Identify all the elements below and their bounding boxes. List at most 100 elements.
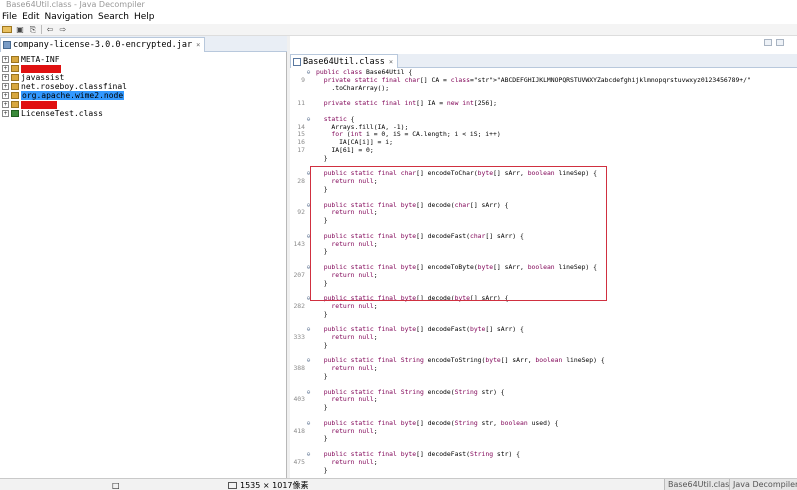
fold-icon[interactable] [305, 373, 312, 381]
menu-file[interactable]: File [1, 10, 21, 24]
fold-icon[interactable] [305, 108, 312, 116]
fold-icon[interactable] [305, 381, 312, 389]
expand-icon[interactable]: + [2, 92, 9, 99]
redacted-label [21, 64, 61, 73]
code-line: .toCharArray(); [290, 84, 797, 93]
package-icon [11, 92, 19, 99]
fold-icon[interactable] [305, 163, 312, 171]
close-icon[interactable]: × [196, 41, 200, 49]
back-icon[interactable]: ⇦ [45, 25, 55, 34]
fold-icon[interactable] [305, 303, 312, 311]
save-icon[interactable]: ▣ [15, 25, 25, 34]
fold-icon[interactable] [305, 124, 312, 132]
expand-icon[interactable]: + [2, 83, 9, 90]
code-line: 418 return null; [290, 427, 797, 436]
fold-icon[interactable] [305, 467, 312, 475]
tree-item[interactable]: + [2, 100, 282, 109]
fold-icon[interactable] [305, 225, 312, 233]
fold-icon[interactable] [305, 443, 312, 451]
close-icon[interactable]: × [389, 58, 393, 66]
fold-icon[interactable]: ⊖ [305, 326, 312, 334]
fold-icon[interactable] [305, 342, 312, 350]
expand-icon[interactable]: + [2, 65, 9, 72]
fold-icon[interactable]: ⊖ [305, 202, 312, 210]
fold-icon[interactable] [305, 77, 312, 85]
fold-icon[interactable] [305, 217, 312, 225]
taskbar-item-class[interactable]: Base64Util.class [664, 479, 737, 490]
tree-item[interactable]: + LicenseTest.class [2, 109, 282, 118]
pane-header [290, 36, 797, 54]
fold-icon[interactable] [305, 412, 312, 420]
menu-edit[interactable]: Edit [21, 10, 43, 24]
fold-icon[interactable] [305, 319, 312, 327]
fold-icon[interactable] [305, 272, 312, 280]
expand-icon[interactable]: + [2, 101, 9, 108]
fold-icon[interactable] [305, 311, 312, 319]
fold-icon[interactable]: ⊖ [305, 170, 312, 178]
minimize-icon[interactable] [764, 39, 772, 46]
fold-icon[interactable] [305, 396, 312, 404]
code-line: 333 return null; [290, 333, 797, 342]
fold-icon[interactable] [305, 186, 312, 194]
fold-icon[interactable]: ⊖ [305, 420, 312, 428]
fold-icon[interactable] [305, 209, 312, 217]
code-line: 11 private static final int[] IA = new i… [290, 99, 797, 108]
tab-base64util[interactable]: Base64Util.class × [290, 54, 399, 68]
expand-icon[interactable]: + [2, 74, 9, 81]
left-tab-bar: company-license-3.0.0-encrypted.jar × [0, 36, 287, 52]
fold-icon[interactable]: ⊖ [305, 69, 312, 77]
code-editor[interactable]: ⊖ public class Base64Util {9 private stat… [290, 69, 797, 477]
taskbar-item-decompiler[interactable]: Java Decompiler [729, 479, 797, 490]
code-line: } [290, 278, 797, 288]
fold-icon[interactable] [305, 256, 312, 264]
fold-icon[interactable] [305, 241, 312, 249]
open-file-icon[interactable] [2, 26, 12, 33]
tree-item[interactable]: + javassist [2, 73, 282, 82]
line-number [290, 287, 305, 295]
fold-icon[interactable]: ⊖ [305, 357, 312, 365]
screen-icon [228, 482, 237, 489]
code-text: } [316, 278, 328, 287]
class-icon [11, 110, 19, 117]
fold-icon[interactable]: ⊖ [305, 233, 312, 241]
fold-icon[interactable] [305, 100, 312, 108]
menu-help[interactable]: Help [133, 10, 159, 24]
tree-item[interactable]: + net.roseboy.classfinal [2, 82, 282, 91]
expand-icon[interactable]: + [2, 110, 9, 117]
fold-icon[interactable] [305, 178, 312, 186]
fold-icon[interactable] [305, 131, 312, 139]
fold-icon[interactable] [305, 350, 312, 358]
code-line: 475 return null; [290, 458, 797, 467]
tree-item[interactable]: + org.apache.wime2.node [2, 91, 282, 100]
fold-icon[interactable] [305, 280, 312, 288]
fold-icon[interactable] [305, 85, 312, 93]
fold-icon[interactable]: ⊖ [305, 451, 312, 459]
fold-icon[interactable] [305, 155, 312, 163]
fold-icon[interactable] [305, 428, 312, 436]
fold-icon[interactable]: ⊖ [305, 264, 312, 272]
menu-navigation[interactable]: Navigation [44, 10, 98, 24]
fold-icon[interactable]: ⊖ [305, 116, 312, 124]
fold-icon[interactable]: ⊖ [305, 389, 312, 397]
fold-icon[interactable] [305, 435, 312, 443]
fold-icon[interactable] [305, 459, 312, 467]
tab-jar-file[interactable]: company-license-3.0.0-encrypted.jar × [0, 37, 206, 52]
fold-icon[interactable] [305, 365, 312, 373]
fold-icon[interactable] [305, 404, 312, 412]
tab-jar-label: company-license-3.0.0-encrypted.jar [13, 40, 193, 50]
fold-icon[interactable]: ⊖ [305, 295, 312, 303]
fold-icon[interactable] [305, 147, 312, 155]
forward-icon[interactable]: ⇨ [58, 25, 68, 34]
maximize-icon[interactable] [776, 39, 784, 46]
fold-icon[interactable] [305, 92, 312, 100]
fold-icon[interactable] [305, 248, 312, 256]
tree-item[interactable]: + [2, 64, 282, 73]
fold-icon[interactable] [305, 287, 312, 295]
fold-icon[interactable] [305, 334, 312, 342]
fold-icon[interactable] [305, 194, 312, 202]
save-all-icon[interactable]: ⎘ [28, 25, 38, 34]
fold-icon[interactable] [305, 139, 312, 147]
expand-icon[interactable]: + [2, 56, 9, 63]
menu-search[interactable]: Search [97, 10, 133, 24]
tree-item[interactable]: + META-INF [2, 55, 282, 64]
